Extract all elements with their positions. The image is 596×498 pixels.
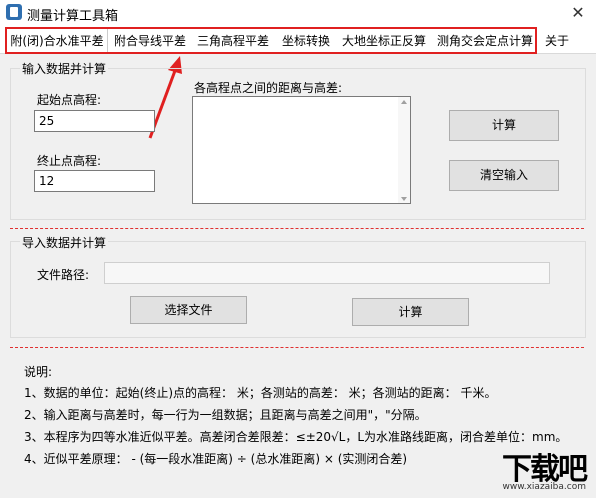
calculate-button[interactable]: 计算 [449, 110, 559, 141]
distance-height-label: 各高程点之间的距离与高差: [194, 81, 343, 95]
title-bar: 测量计算工具箱 ✕ [0, 0, 596, 27]
note-line: 1、数据的单位：起始(终止)点的高程： 米；各测站的高差： 米；各测站的距离： … [24, 386, 497, 400]
note-line: 2、输入距离与高差时，每一行为一组数据；且距离与高差之间用"，"分隔。 [24, 408, 427, 422]
note-line: 3、本程序为四等水准近似平差。高差闭合差限差：≤±20√L，L为水准路线距离，闭… [24, 430, 568, 444]
import-group-title: 导入数据并计算 [20, 234, 109, 251]
file-path-label: 文件路径: [37, 268, 90, 282]
end-elevation-input[interactable]: 12 [34, 170, 155, 192]
input-group-title: 输入数据并计算 [20, 60, 109, 77]
notes-title: 说明: [24, 365, 53, 379]
close-button[interactable]: ✕ [566, 2, 590, 24]
textarea-scrollbar[interactable] [398, 97, 410, 203]
tab-leveling-adjustment[interactable]: 附(闭)合水准平差 [6, 28, 108, 53]
distance-height-textarea[interactable] [192, 96, 411, 204]
watermark-logo: 下载吧 www.xiazaiba.com [460, 444, 590, 494]
tab-bar: 附(闭)合水准平差 附合导线平差 三角高程平差 坐标转换 大地坐标正反算 测角交… [0, 26, 596, 54]
divider-bottom [10, 347, 584, 348]
start-elevation-label: 起始点高程: [37, 93, 102, 107]
end-elevation-label: 终止点高程: [37, 154, 102, 168]
scroll-arrows-icon [401, 100, 407, 201]
tab-about[interactable]: 关于 [540, 30, 574, 52]
tab-trig-leveling[interactable]: 三角高程平差 [193, 30, 273, 52]
file-path-input[interactable] [104, 262, 550, 284]
tab-intersection[interactable]: 测角交会定点计算 [434, 30, 536, 52]
choose-file-button[interactable]: 选择文件 [130, 296, 247, 324]
window-title: 测量计算工具箱 [27, 9, 119, 24]
import-data-group [10, 241, 586, 338]
app-icon [6, 4, 22, 20]
import-calculate-button[interactable]: 计算 [352, 298, 469, 326]
watermark-url: www.xiazaiba.com [502, 482, 586, 492]
tab-geodetic-forward-inverse[interactable]: 大地坐标正反算 [339, 30, 429, 52]
divider-top [10, 228, 584, 229]
start-elevation-input[interactable]: 25 [34, 110, 155, 132]
note-line: 4、近似平差原理： - (每一段水准距离) ÷ (总水准距离) × (实测闭合差… [24, 452, 408, 466]
clear-input-button[interactable]: 清空输入 [449, 160, 559, 191]
tab-traverse-adjustment[interactable]: 附合导线平差 [111, 30, 189, 52]
tab-coordinate-transform[interactable]: 坐标转换 [278, 30, 334, 52]
